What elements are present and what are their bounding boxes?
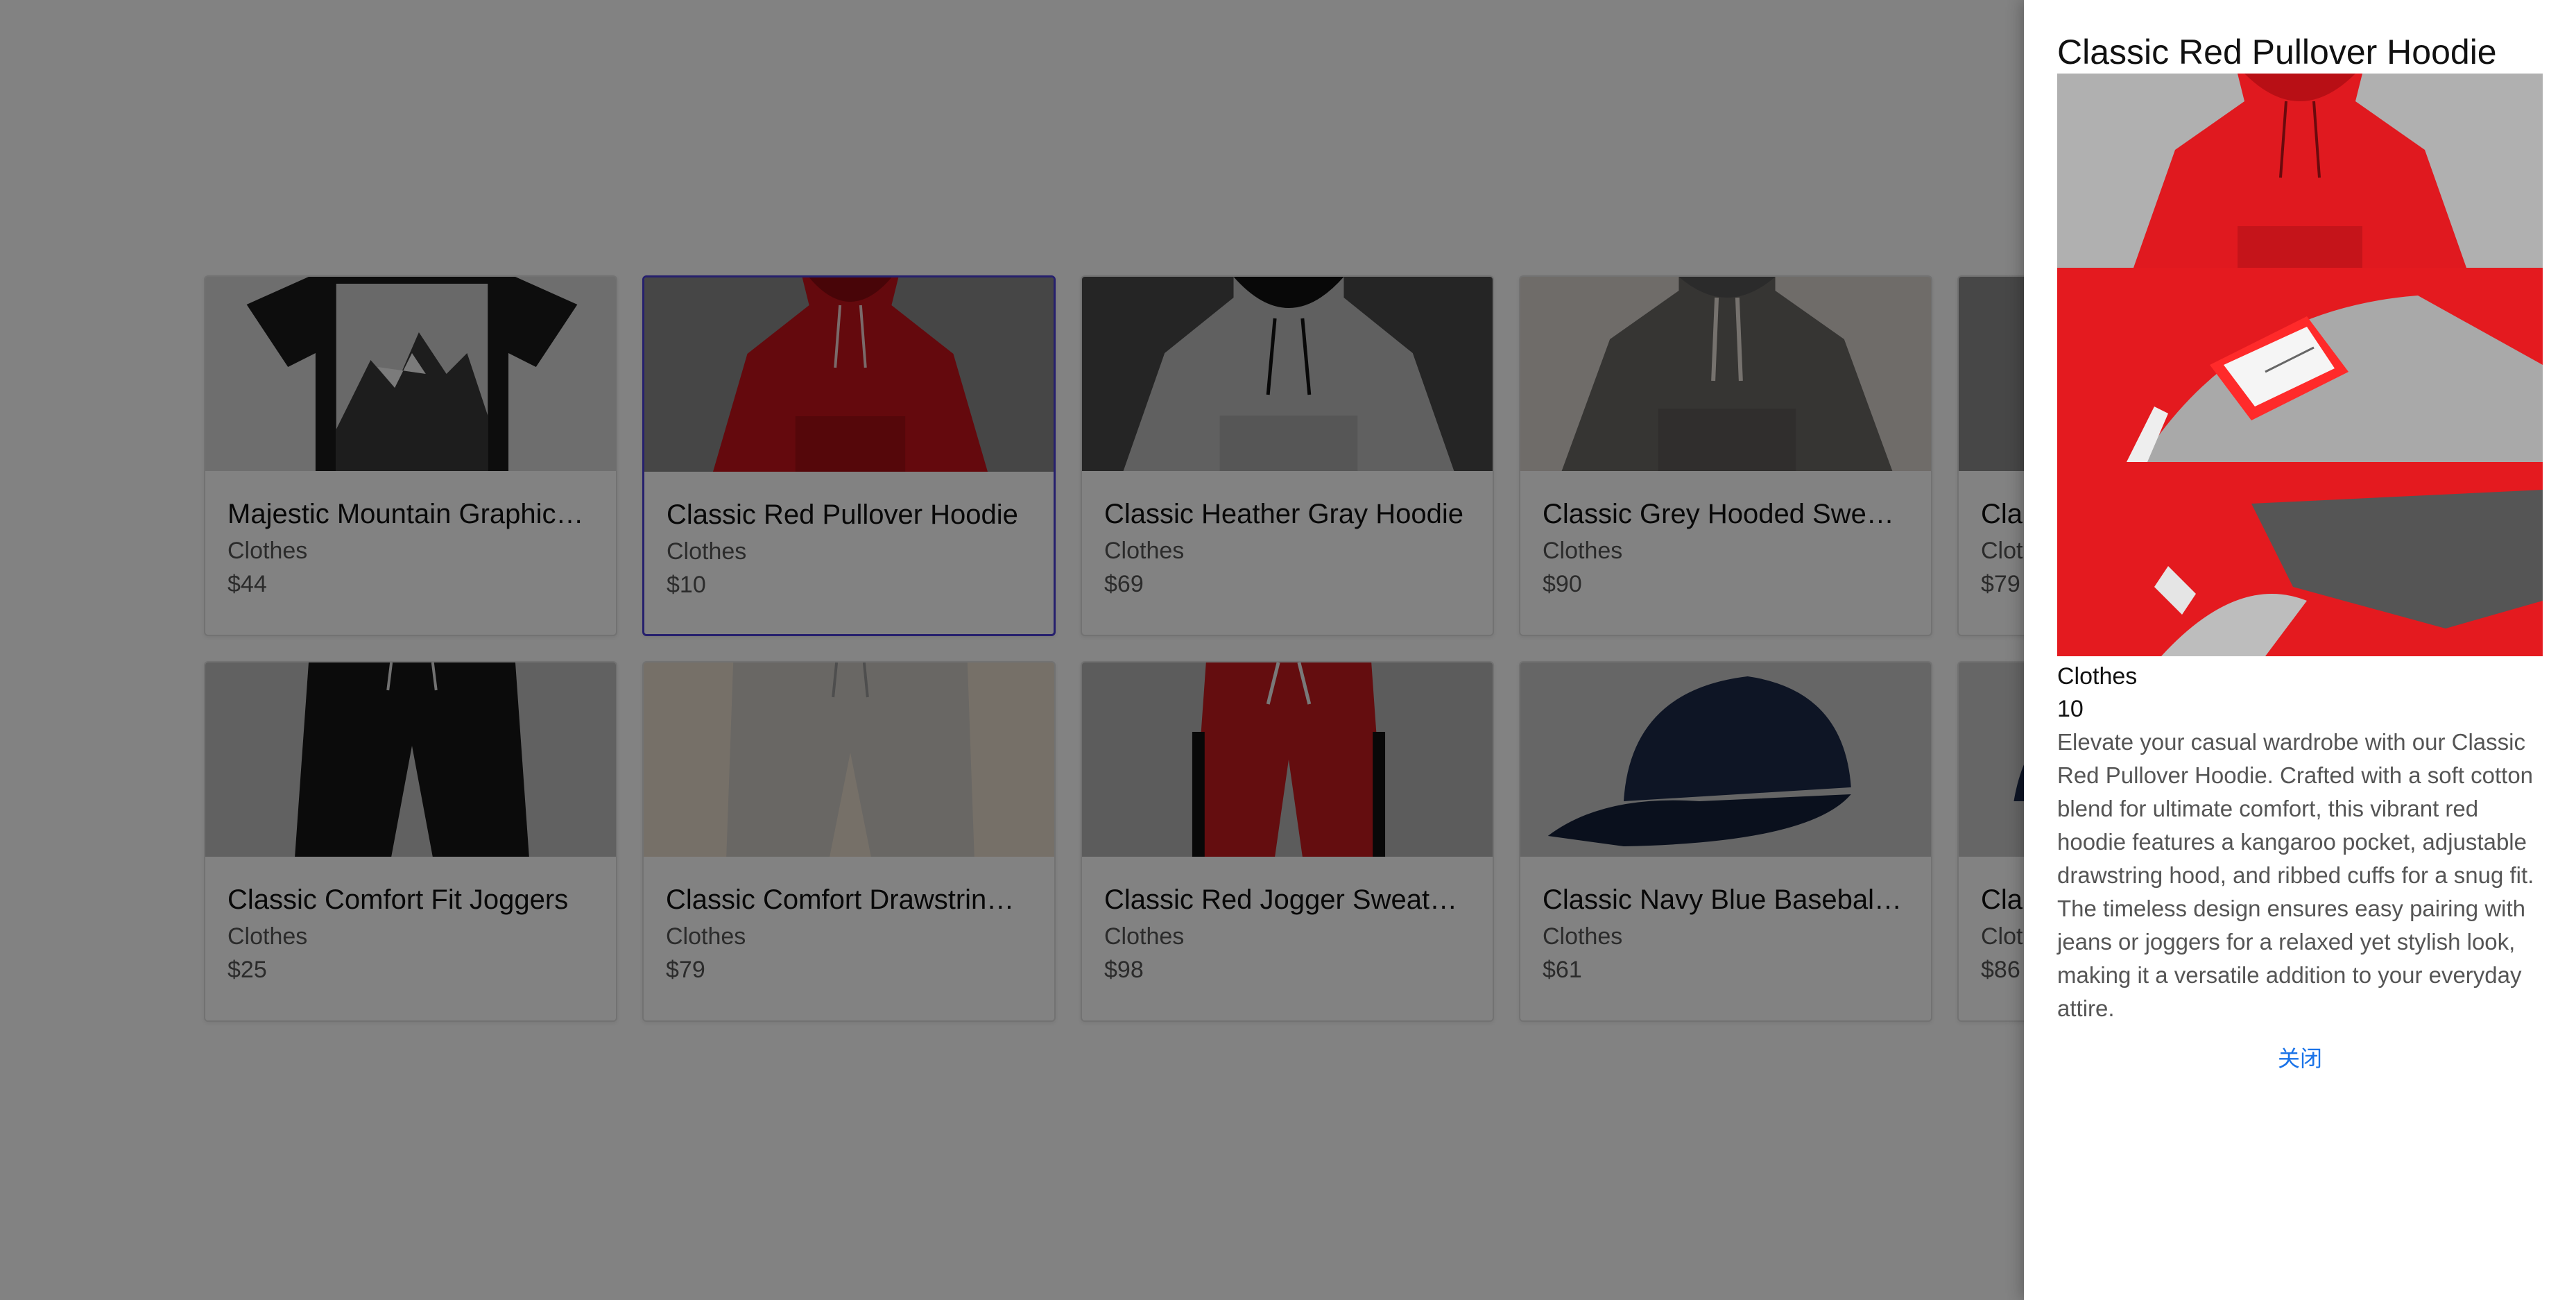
gallery-image-front [2057,74,2543,268]
drawer-price: 10 [2057,696,2084,722]
drawer-description: Elevate your casual wardrobe with our Cl… [2057,729,2534,1021]
product-gallery [2057,74,2543,656]
drawer-title: Classic Red Pullover Hoodie [2057,33,2497,71]
product-detail-drawer: Classic Red Pullover Hoodie Clothes 10 E… [2024,0,2576,1300]
drawer-category: Clothes [2057,663,2138,690]
gallery-image-hood-detail [2057,462,2543,656]
gallery-image-label [2057,268,2543,462]
close-button[interactable]: 关闭 [2057,1041,2543,1074]
